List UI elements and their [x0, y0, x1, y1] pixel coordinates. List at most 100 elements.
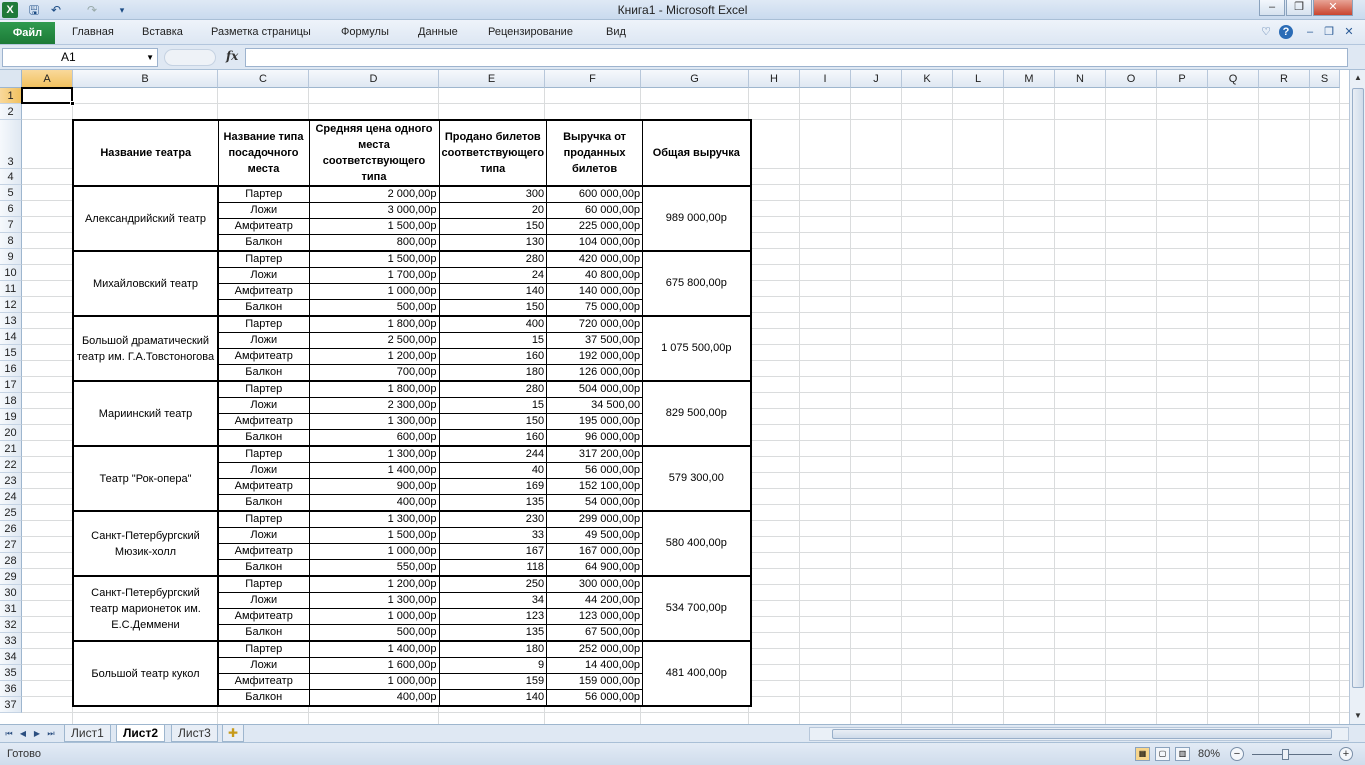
tickets-sold-cell[interactable]: 15 [438, 397, 548, 414]
total-revenue-cell[interactable]: 829 500,00р [642, 380, 752, 447]
avg-price-cell[interactable]: 1 800,00р [308, 380, 440, 398]
row-header-30[interactable]: 30 [0, 585, 22, 601]
seat-type-cell[interactable]: Ложи [217, 527, 310, 544]
seat-type-cell[interactable]: Партер [217, 315, 310, 333]
seat-type-cell[interactable]: Партер [217, 510, 310, 528]
avg-price-cell[interactable]: 400,00р [308, 689, 440, 707]
row-header-35[interactable]: 35 [0, 665, 22, 681]
tickets-sold-cell[interactable]: 140 [438, 283, 548, 300]
row-header-32[interactable]: 32 [0, 617, 22, 633]
tickets-sold-cell[interactable]: 118 [438, 559, 548, 577]
seat-type-cell[interactable]: Партер [217, 445, 310, 463]
avg-price-cell[interactable]: 1 300,00р [308, 592, 440, 609]
page-layout-view-icon[interactable]: ▢ [1155, 747, 1170, 761]
tickets-sold-cell[interactable]: 150 [438, 299, 548, 317]
header-avg-price[interactable]: Средняя цена одного места соответствующе… [308, 119, 440, 187]
avg-price-cell[interactable]: 500,00р [308, 299, 440, 317]
revenue-cell[interactable]: 600 000,00р [546, 185, 644, 203]
row-header-23[interactable]: 23 [0, 473, 22, 489]
tickets-sold-cell[interactable]: 180 [438, 640, 548, 658]
tickets-sold-cell[interactable]: 140 [438, 689, 548, 707]
column-header-q[interactable]: Q [1208, 70, 1259, 88]
seat-type-cell[interactable]: Ложи [217, 397, 310, 414]
avg-price-cell[interactable]: 3 000,00р [308, 202, 440, 219]
revenue-cell[interactable]: 104 000,00р [546, 234, 644, 252]
revenue-cell[interactable]: 40 800,00р [546, 267, 644, 284]
revenue-cell[interactable]: 37 500,00р [546, 332, 644, 349]
worksheet-grid[interactable]: ABCDEFGHIJKLMNOPQRS 1 2 3 4 5 6 7 8 9 10 11 12 13 14 1… [0, 70, 1349, 724]
seat-type-cell[interactable]: Амфитеатр [217, 673, 310, 690]
tickets-sold-cell[interactable]: 167 [438, 543, 548, 560]
last-sheet-icon[interactable]: ⏭ [45, 727, 57, 741]
revenue-cell[interactable]: 167 000,00р [546, 543, 644, 560]
revenue-cell[interactable]: 140 000,00р [546, 283, 644, 300]
revenue-cell[interactable]: 123 000,00р [546, 608, 644, 625]
total-revenue-cell[interactable]: 579 300,00 [642, 445, 752, 512]
revenue-cell[interactable]: 44 200,00р [546, 592, 644, 609]
avg-price-cell[interactable]: 700,00р [308, 364, 440, 382]
seat-type-cell[interactable]: Балкон [217, 624, 310, 642]
active-cell-a1[interactable] [21, 87, 75, 106]
avg-price-cell[interactable]: 1 200,00р [308, 348, 440, 365]
row-header-22[interactable]: 22 [0, 457, 22, 473]
formula-input[interactable] [245, 48, 1348, 67]
revenue-cell[interactable]: 317 200,00р [546, 445, 644, 463]
total-revenue-cell[interactable]: 580 400,00р [642, 510, 752, 577]
sheet-tab-2[interactable]: Лист2 [116, 725, 166, 742]
theatre-name-cell[interactable]: Александрийский театр [72, 185, 219, 252]
row-header-10[interactable]: 10 [0, 265, 22, 281]
column-header-b[interactable]: B [73, 70, 218, 88]
tab-view[interactable]: Вид [606, 26, 626, 38]
revenue-cell[interactable]: 75 000,00р [546, 299, 644, 317]
row-header-18[interactable]: 18 [0, 393, 22, 409]
page-break-view-icon[interactable]: ▥ [1175, 747, 1190, 761]
fill-handle[interactable] [70, 101, 75, 106]
row-header-7[interactable]: 7 [0, 217, 22, 233]
avg-price-cell[interactable]: 1 300,00р [308, 413, 440, 430]
row-header-4[interactable]: 4 [0, 169, 22, 185]
zoom-in-icon[interactable]: + [1339, 747, 1353, 761]
total-revenue-cell[interactable]: 481 400,00р [642, 640, 752, 707]
avg-price-cell[interactable]: 1 500,00р [308, 250, 440, 268]
sheet-tab-3[interactable]: Лист3 [171, 725, 218, 742]
sheet-tab-1[interactable]: Лист1 [64, 725, 111, 742]
row-header-14[interactable]: 14 [0, 329, 22, 345]
tickets-sold-cell[interactable]: 160 [438, 429, 548, 447]
seat-type-cell[interactable]: Амфитеатр [217, 413, 310, 430]
row-header-3[interactable]: 3 [0, 120, 22, 169]
tickets-sold-cell[interactable]: 180 [438, 364, 548, 382]
column-header-c[interactable]: C [218, 70, 309, 88]
avg-price-cell[interactable]: 1 000,00р [308, 283, 440, 300]
revenue-cell[interactable]: 252 000,00р [546, 640, 644, 658]
workbook-restore-icon[interactable]: ❐ [1322, 25, 1336, 39]
avg-price-cell[interactable]: 1 800,00р [308, 315, 440, 333]
seat-type-cell[interactable]: Ложи [217, 332, 310, 349]
next-sheet-icon[interactable]: ▶ [31, 727, 43, 741]
avg-price-cell[interactable]: 1 400,00р [308, 462, 440, 479]
avg-price-cell[interactable]: 2 000,00р [308, 185, 440, 203]
tickets-sold-cell[interactable]: 400 [438, 315, 548, 333]
column-header-n[interactable]: N [1055, 70, 1106, 88]
chevron-down-icon[interactable]: ▼ [146, 49, 154, 66]
zoom-out-icon[interactable]: − [1230, 747, 1244, 761]
minimize-ribbon-icon[interactable]: ♡ [1259, 25, 1273, 39]
row-header-1[interactable]: 1 [0, 88, 22, 104]
tickets-sold-cell[interactable]: 34 [438, 592, 548, 609]
row-header-21[interactable]: 21 [0, 441, 22, 457]
theatre-name-cell[interactable]: Мариинский театр [72, 380, 219, 447]
tickets-sold-cell[interactable]: 250 [438, 575, 548, 593]
avg-price-cell[interactable]: 1 500,00р [308, 218, 440, 235]
seat-type-cell[interactable]: Ложи [217, 202, 310, 219]
workbook-close-icon[interactable]: ✕ [1342, 25, 1356, 39]
seat-type-cell[interactable]: Балкон [217, 364, 310, 382]
avg-price-cell[interactable]: 1 000,00р [308, 608, 440, 625]
theatre-name-cell[interactable]: Большой театр кукол [72, 640, 219, 707]
formula-expander[interactable] [164, 49, 216, 66]
seat-type-cell[interactable]: Балкон [217, 234, 310, 252]
avg-price-cell[interactable]: 1 200,00р [308, 575, 440, 593]
tickets-sold-cell[interactable]: 300 [438, 185, 548, 203]
header-seat-type[interactable]: Название типа посадочного места [217, 119, 310, 187]
header-total-revenue[interactable]: Общая выручка [642, 119, 752, 187]
revenue-cell[interactable]: 64 900,00р [546, 559, 644, 577]
vertical-scroll-thumb[interactable] [1352, 88, 1364, 688]
